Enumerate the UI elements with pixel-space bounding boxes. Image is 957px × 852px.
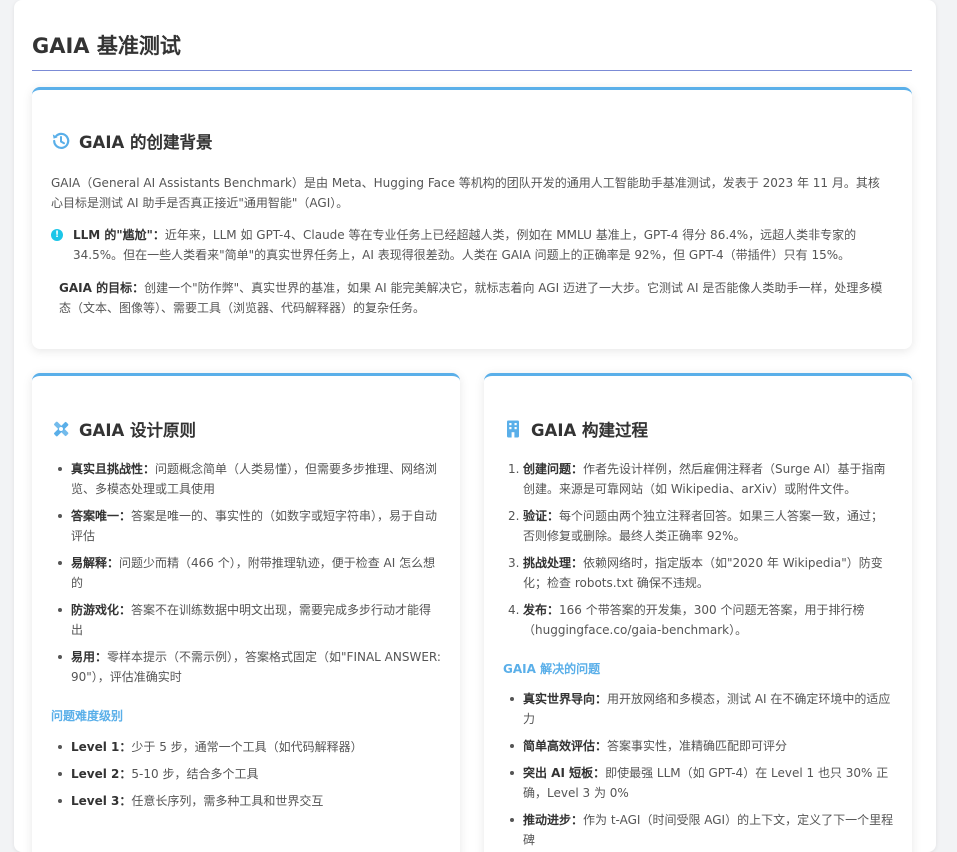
item-label: 答案唯一： <box>71 509 132 523</box>
item-text: 答案事实性，准精确匹配即可评分 <box>607 739 788 753</box>
list-item: 推动进步：作为 t-AGI（时间受限 AGI）的上下文，定义了下一个里程碑 <box>503 810 895 850</box>
build-card: GAIA 构建过程 1. 创建问题：作者先设计样例，然后雇佣注释者（Surge A… <box>484 373 912 852</box>
build-card-header: GAIA 构建过程 <box>503 417 648 441</box>
item-label: Level 3： <box>71 794 132 808</box>
item-label: 真实且挑战性： <box>71 462 156 476</box>
llm-awkward-note: ! LLM 的"尴尬"：近年来，LLM 如 GPT-4、Claude 等在专业任… <box>51 225 891 265</box>
item-text: 任意长序列，需多种工具和世界交互 <box>131 794 324 808</box>
item-text: 5-10 步，结合多个工具 <box>131 767 259 781</box>
item-label: 突出 AI 短板： <box>523 766 606 780</box>
page-title: GAIA 基准测试 <box>32 34 181 58</box>
item-text: 零样本提示（不需示例），答案格式固定（如"FINAL ANSWER: 90"），… <box>71 650 441 684</box>
design-card: GAIA 设计原则 真实且挑战性：问题概念简单（人类易懂），但需要多步推理、网络… <box>32 373 460 852</box>
build-card-title: GAIA 构建过程 <box>531 421 648 440</box>
item-number: 1. <box>508 462 520 476</box>
goal-text: 创建一个"防作弊"、真实世界的基准，如果 AI 能完美解决它，就标志着向 AGI… <box>59 281 883 315</box>
design-card-title: GAIA 设计原则 <box>79 421 196 440</box>
page: GAIA 基准测试 GAIA 的创建背景 GAIA（General AI Ass… <box>14 0 936 852</box>
build-steps-list: 1. 创建问题：作者先设计样例，然后雇佣注释者（Surge AI）基于指南创建。来… <box>503 459 895 647</box>
background-card-header: GAIA 的创建背景 <box>51 129 212 153</box>
item-label: 挑战处理： <box>523 556 584 570</box>
item-label: Level 1： <box>71 740 132 754</box>
list-item: Level 2：5-10 步，结合多个工具 <box>51 764 443 784</box>
note-body: LLM 的"尴尬"：近年来，LLM 如 GPT-4、Claude 等在专业任务上… <box>73 225 891 265</box>
item-label: 易解释： <box>71 556 120 570</box>
levels-title: 问题难度级别 <box>51 709 124 723</box>
list-item: Level 3：任意长序列，需多种工具和世界交互 <box>51 791 443 811</box>
list-item: 1. 创建问题：作者先设计样例，然后雇佣注释者（Surge AI）基于指南创建。来… <box>503 459 895 499</box>
item-label: 真实世界导向： <box>523 692 608 706</box>
item-label: 创建问题： <box>523 462 584 476</box>
list-item: 突出 AI 短板：即使最强 LLM（如 GPT-4）在 Level 1 也只 3… <box>503 763 895 803</box>
list-item: 答案唯一：答案是唯一的、事实性的（如数字或短字符串），易于自动评估 <box>51 506 443 546</box>
item-label: Level 2： <box>71 767 132 781</box>
background-intro: GAIA（General AI Assistants Benchmark）是由 … <box>51 176 880 210</box>
item-text: 少于 5 步，通常一个工具（如代码解释器） <box>131 740 363 754</box>
design-tools-icon <box>51 419 71 439</box>
list-item: Level 1：少于 5 步，通常一个工具（如代码解释器） <box>51 737 443 757</box>
background-card: GAIA 的创建背景 GAIA（General AI Assistants Be… <box>32 87 912 349</box>
item-text: 问题少而精（466 个），附带推理轨迹，便于检查 AI 怎么想的 <box>71 556 436 590</box>
list-item: 易解释：问题少而精（466 个），附带推理轨迹，便于检查 AI 怎么想的 <box>51 553 443 593</box>
list-item: 3. 挑战处理：依赖网络时，指定版本（如"2020 年 Wikipedia"）防变… <box>503 553 895 593</box>
history-icon <box>51 131 71 151</box>
item-number: 2. <box>508 509 520 523</box>
solved-list: 真实世界导向：用开放网络和多模态，测试 AI 在不确定环境中的适应力 简单高效评… <box>503 689 895 852</box>
list-item: 4. 发布：166 个带答案的开发集，300 个问题无答案，用于排行榜（huggi… <box>503 600 895 640</box>
levels-list: Level 1：少于 5 步，通常一个工具（如代码解释器） Level 2：5-… <box>51 737 443 818</box>
background-card-title: GAIA 的创建背景 <box>79 133 213 152</box>
item-label: 发布： <box>523 603 560 617</box>
item-text: 每个问题由两个独立注释者回答。如果三人答案一致，通过；否则修复或删除。最终人类正… <box>523 509 884 543</box>
list-item: 真实世界导向：用开放网络和多模态，测试 AI 在不确定环境中的适应力 <box>503 689 895 729</box>
title-divider <box>32 70 912 71</box>
item-number: 4. <box>508 603 520 617</box>
solved-title: GAIA 解决的问题 <box>503 662 601 676</box>
note-text: 近年来，LLM 如 GPT-4、Claude 等在专业任务上已经超越人类，例如在… <box>73 228 857 262</box>
list-item: 简单高效评估：答案事实性，准精确匹配即可评分 <box>503 736 895 756</box>
list-item: 易用：零样本提示（不需示例），答案格式固定（如"FINAL ANSWER: 90… <box>51 647 443 687</box>
info-icon: ! <box>51 229 63 241</box>
item-text: 166 个带答案的开发集，300 个问题无答案，用于排行榜（huggingfac… <box>523 603 865 637</box>
design-card-header: GAIA 设计原则 <box>51 417 196 441</box>
item-label: 易用： <box>71 650 108 664</box>
principles-list: 真实且挑战性：问题概念简单（人类易懂），但需要多步推理、网络浏览、多模态处理或工… <box>51 459 443 694</box>
goal-label: GAIA 的目标： <box>59 281 145 295</box>
gaia-goal: GAIA 的目标：创建一个"防作弊"、真实世界的基准，如果 AI 能完美解决它，… <box>59 278 891 318</box>
list-item: 2. 验证：每个问题由两个独立注释者回答。如果三人答案一致，通过；否则修复或删除。… <box>503 506 895 546</box>
note-label: LLM 的"尴尬"： <box>73 228 165 242</box>
item-label: 推动进步： <box>523 813 584 827</box>
item-label: 验证： <box>523 509 560 523</box>
list-item: 真实且挑战性：问题概念简单（人类易懂），但需要多步推理、网络浏览、多模态处理或工… <box>51 459 443 499</box>
item-number: 3. <box>508 556 520 570</box>
item-label: 简单高效评估： <box>523 739 608 753</box>
list-item: 防游戏化：答案不在训练数据中明文出现，需要完成多步行动才能得出 <box>51 600 443 640</box>
item-label: 防游戏化： <box>71 603 132 617</box>
building-icon <box>503 419 523 439</box>
